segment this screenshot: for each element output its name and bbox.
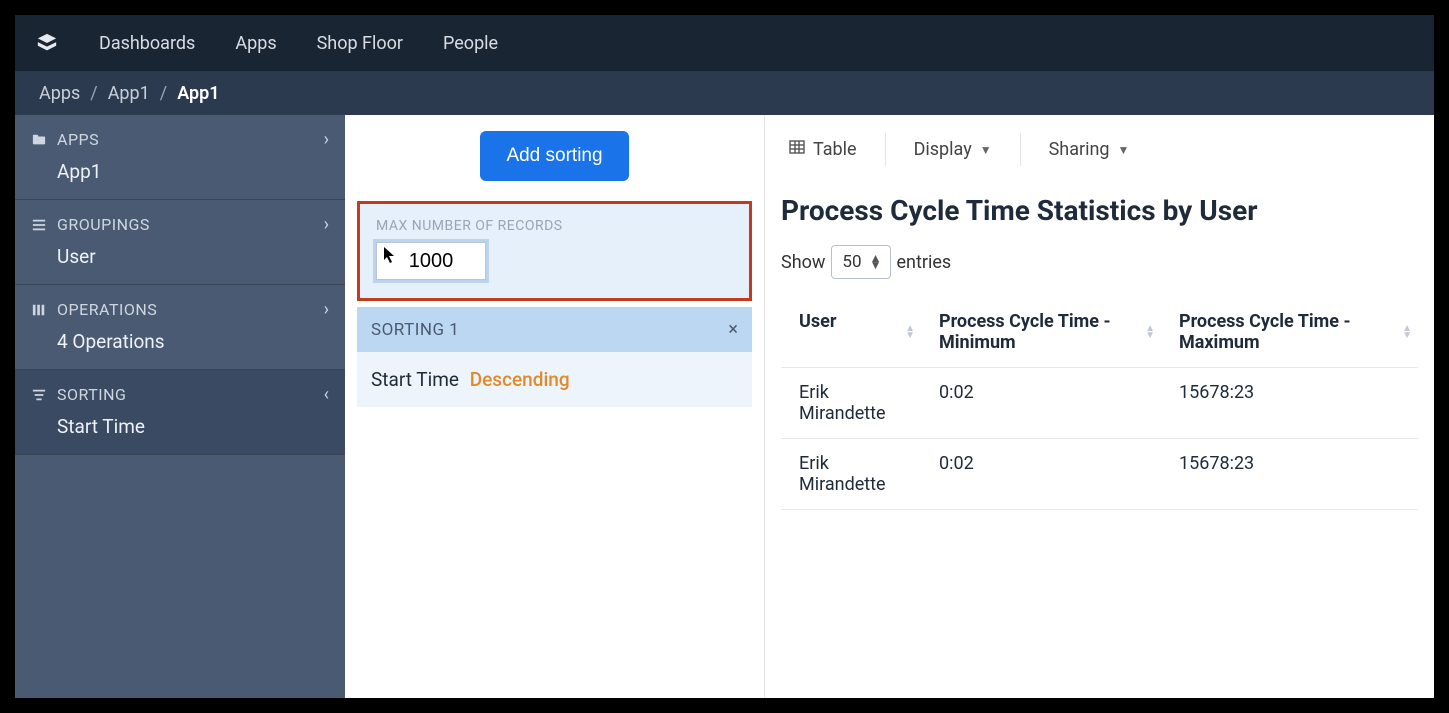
nav-shop-floor[interactable]: Shop Floor [317, 33, 403, 54]
sorting-row[interactable]: Start Time Descending [357, 352, 752, 407]
chevron-right-icon: › [324, 299, 329, 320]
column-header-label: Process Cycle Time - Minimum [939, 311, 1111, 353]
sorting-header-title: SORTING 1 [371, 320, 459, 340]
cell-min: 0:02 [921, 368, 1161, 439]
column-header-user[interactable]: User ▲▼ [781, 297, 921, 368]
toolbar-display-label: Display [914, 139, 972, 160]
sidebar-section-sorting[interactable]: SORTING ‹ Start Time [15, 370, 345, 455]
sidebar-title: SORTING [57, 385, 126, 404]
cell-max: 15678:23 [1161, 439, 1418, 510]
chevron-left-icon: ‹ [324, 384, 329, 405]
entries-value: 50 [842, 252, 861, 272]
toolbar-sharing[interactable]: Sharing ▼ [1021, 133, 1158, 166]
caret-down-icon: ▼ [1118, 143, 1130, 157]
cursor-icon [383, 246, 397, 268]
column-header-min[interactable]: Process Cycle Time - Minimum ▲▼ [921, 297, 1161, 368]
config-panel: Add sorting MAX NUMBER OF RECORDS SORTIN… [345, 115, 765, 698]
cell-user: Erik Mirandette [781, 368, 921, 439]
sidebar: APPS › App1 GROUPINGS › User [15, 115, 345, 698]
table-row[interactable]: Erik Mirandette 0:02 15678:23 [781, 439, 1418, 510]
column-header-max[interactable]: Process Cycle Time - Maximum ▲▼ [1161, 297, 1418, 368]
sidebar-sub[interactable]: 4 Operations [31, 320, 329, 353]
data-table: User ▲▼ Process Cycle Time - Minimum ▲▼ … [781, 297, 1418, 510]
content-toolbar: Table Display ▼ Sharing ▼ [781, 133, 1418, 166]
content-panel: Table Display ▼ Sharing ▼ Process Cycle … [765, 115, 1434, 698]
chevron-right-icon: › [324, 214, 329, 235]
table-row[interactable]: Erik Mirandette 0:02 15678:23 [781, 368, 1418, 439]
sidebar-sub[interactable]: Start Time [31, 405, 329, 438]
cell-min: 0:02 [921, 439, 1161, 510]
toolbar-table[interactable]: Table [781, 133, 886, 166]
toolbar-display[interactable]: Display ▼ [886, 133, 1021, 166]
filter-icon [31, 387, 47, 403]
table-icon [789, 139, 805, 160]
nav-people[interactable]: People [443, 33, 498, 54]
caret-down-icon: ▼ [980, 143, 992, 157]
top-nav: Dashboards Apps Shop Floor People [15, 15, 1434, 71]
nav-dashboards[interactable]: Dashboards [99, 33, 195, 54]
breadcrumb-separator: / [90, 83, 97, 104]
sorting-field: Start Time [371, 368, 459, 391]
breadcrumb: Apps / App1 / App1 [15, 71, 1434, 115]
nav-apps[interactable]: Apps [235, 33, 276, 54]
show-prefix: Show [781, 252, 825, 273]
toolbar-sharing-label: Sharing [1049, 139, 1110, 160]
max-records-label: MAX NUMBER OF RECORDS [376, 218, 733, 234]
folder-icon [31, 132, 47, 148]
add-sorting-button[interactable]: Add sorting [480, 131, 628, 181]
breadcrumb-item[interactable]: App1 [108, 83, 150, 104]
list-icon [31, 217, 47, 233]
cell-user: Erik Mirandette [781, 439, 921, 510]
select-caret-icon: ▲▼ [870, 255, 882, 269]
entries-control: Show 50 ▲▼ entries [781, 245, 1418, 279]
brand-logo-icon[interactable] [35, 31, 59, 55]
sidebar-title: OPERATIONS [57, 300, 157, 319]
sidebar-section-operations[interactable]: OPERATIONS › 4 Operations [15, 285, 345, 370]
sidebar-section-groupings[interactable]: GROUPINGS › User [15, 200, 345, 285]
toolbar-table-label: Table [813, 139, 857, 160]
close-icon[interactable]: × [728, 319, 738, 340]
max-records-box: MAX NUMBER OF RECORDS [357, 201, 752, 301]
sidebar-sub[interactable]: User [31, 235, 329, 268]
column-header-label: User [799, 311, 836, 332]
entries-select[interactable]: 50 ▲▼ [831, 245, 890, 279]
sidebar-title: APPS [57, 130, 99, 149]
sorting-direction: Descending [470, 368, 570, 391]
show-suffix: entries [897, 252, 952, 273]
breadcrumb-separator: / [160, 83, 167, 104]
breadcrumb-item[interactable]: Apps [39, 83, 80, 104]
sidebar-sub[interactable]: App1 [31, 150, 329, 183]
sorting-header[interactable]: SORTING 1 × [357, 307, 752, 352]
bars-icon [31, 302, 47, 318]
sort-icon: ▲▼ [905, 325, 915, 339]
sidebar-section-apps[interactable]: APPS › App1 [15, 115, 345, 200]
sort-icon: ▲▼ [1145, 325, 1155, 339]
chevron-right-icon: › [324, 129, 329, 150]
sort-icon: ▲▼ [1402, 325, 1412, 339]
column-header-label: Process Cycle Time - Maximum [1179, 311, 1351, 353]
cell-max: 15678:23 [1161, 368, 1418, 439]
sidebar-title: GROUPINGS [57, 215, 150, 234]
page-title: Process Cycle Time Statistics by User [781, 194, 1418, 227]
breadcrumb-item-current: App1 [177, 83, 219, 104]
